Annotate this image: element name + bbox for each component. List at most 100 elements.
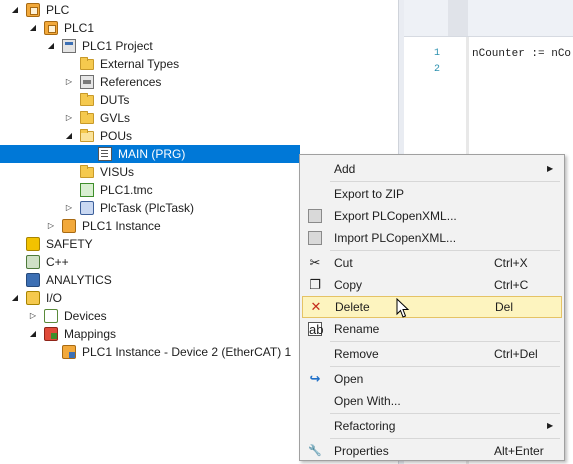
menu-separator [330, 341, 560, 342]
tree-item-label: VISUs [100, 165, 135, 179]
menu-item-label: Export PLCopenXML... [334, 209, 457, 223]
devices-icon [44, 309, 58, 323]
expand-arrow-icon[interactable]: ▷ [64, 109, 74, 127]
menu-item-add[interactable]: Add ▶ [302, 158, 562, 180]
delete-icon: ✕ [310, 299, 322, 314]
menu-item-cut[interactable]: ✂ Cut Ctrl+X [302, 252, 562, 274]
folder-icon [80, 93, 94, 106]
tree-item-label: PLC1 [64, 21, 95, 35]
tmc-file-icon [80, 183, 94, 197]
tree-item-label: MAIN (PRG) [118, 147, 186, 161]
project-icon [62, 39, 76, 53]
menu-item-export-plcopenxml[interactable]: Export PLCopenXML... [302, 205, 562, 227]
tree-item-plc[interactable]: ◢ PLC [0, 1, 398, 19]
line-number: 1 [434, 48, 441, 59]
tree-item-external-types[interactable]: External Types [0, 55, 398, 73]
tree-item-plc1-project[interactable]: ◢ PLC1 Project [0, 37, 398, 55]
collapse-arrow-icon[interactable]: ◢ [10, 1, 20, 19]
menu-item-label: Remove [334, 347, 379, 361]
collapse-arrow-icon[interactable]: ◢ [28, 325, 38, 343]
io-icon [26, 291, 40, 305]
tree-item-label: PlcTask (PlcTask) [100, 201, 195, 215]
tree-item-label: External Types [100, 57, 180, 71]
tree-item-label: PLC1 Project [82, 39, 153, 53]
menu-item-label: Copy [334, 278, 363, 292]
code-line[interactable]: nCounter := nCo [472, 48, 571, 60]
xml-export-icon [308, 209, 322, 223]
submenu-arrow-icon: ▶ [547, 421, 554, 430]
menu-item-copy[interactable]: ❐ Copy Ctrl+C [302, 274, 562, 296]
tree-item-label: PLC1.tmc [100, 183, 153, 197]
menu-item-refactoring[interactable]: Refactoring ▶ [302, 415, 562, 437]
menu-item-label: Export to ZIP [334, 187, 405, 201]
menu-separator [330, 250, 560, 251]
menu-item-shortcut: Ctrl+Del [494, 347, 538, 361]
menu-item-open[interactable]: ↪ Open [302, 368, 562, 390]
tree-item-label: ANALYTICS [46, 273, 112, 287]
collapse-arrow-icon[interactable]: ◢ [46, 37, 56, 55]
folder-icon [80, 165, 94, 178]
menu-item-open-with[interactable]: Open With... [302, 390, 562, 412]
folder-icon [80, 111, 94, 124]
cpp-icon [26, 255, 40, 269]
tree-item-references[interactable]: ▷ References [0, 73, 398, 91]
expand-arrow-icon[interactable]: ▷ [28, 307, 38, 325]
mapping-link-icon [62, 345, 76, 359]
collapse-arrow-icon[interactable]: ◢ [64, 127, 74, 145]
menu-item-label: Open With... [334, 394, 401, 408]
tree-item-label: References [100, 75, 162, 89]
folder-open-icon [80, 129, 94, 142]
tree-item-duts[interactable]: DUTs [0, 91, 398, 109]
menu-item-properties[interactable]: 🔧 Properties Alt+Enter [302, 440, 562, 462]
tree-item-plc1[interactable]: ◢ PLC1 [0, 19, 398, 37]
tree-item-gvls[interactable]: ▷ GVLs [0, 109, 398, 127]
menu-item-label: Refactoring [334, 419, 396, 433]
menu-item-label: Open [334, 372, 364, 386]
tree-item-label: Devices [64, 309, 107, 323]
rename-icon: ab [308, 322, 324, 337]
program-icon [98, 147, 112, 161]
tree-item-pous[interactable]: ◢ POUs [0, 127, 398, 145]
cut-icon: ✂ [309, 255, 321, 270]
tree-item-label: SAFETY [46, 237, 93, 251]
menu-separator [330, 438, 560, 439]
menu-item-rename[interactable]: ab Rename [302, 318, 562, 340]
menu-item-shortcut: Del [495, 300, 514, 314]
editor-header-strip [404, 0, 573, 37]
menu-item-shortcut: Ctrl+C [494, 278, 529, 292]
tree-item-label: PLC [46, 3, 70, 17]
tree-item-label: I/O [46, 291, 63, 305]
folder-icon [80, 57, 94, 70]
collapse-arrow-icon[interactable]: ◢ [28, 19, 38, 37]
menu-item-import-plcopenxml[interactable]: Import PLCopenXML... [302, 227, 562, 249]
menu-item-shortcut: Ctrl+X [494, 256, 528, 270]
menu-item-label: Delete [335, 300, 370, 314]
mouse-cursor-icon [396, 298, 410, 318]
menu-item-remove[interactable]: Remove Ctrl+Del [302, 343, 562, 365]
wrench-icon: 🔧 [308, 445, 322, 457]
menu-item-label: Properties [334, 444, 389, 458]
menu-item-label: Cut [334, 256, 353, 270]
tree-item-main-prg[interactable]: MAIN (PRG) [0, 145, 300, 163]
expand-arrow-icon[interactable]: ▷ [64, 199, 74, 217]
menu-item-export-to-zip[interactable]: Export to ZIP [302, 183, 562, 205]
collapse-arrow-icon[interactable]: ◢ [10, 289, 20, 307]
copy-icon: ❐ [309, 277, 321, 292]
menu-item-label: Add [334, 162, 356, 176]
menu-separator [330, 366, 560, 367]
menu-separator [330, 181, 560, 182]
line-number: 2 [434, 64, 441, 75]
expand-arrow-icon[interactable]: ▷ [46, 217, 56, 235]
menu-item-label: Rename [334, 322, 380, 336]
expand-arrow-icon[interactable]: ▷ [64, 73, 74, 91]
menu-item-shortcut: Alt+Enter [494, 444, 544, 458]
menu-item-delete[interactable]: ✕ Delete Del [302, 296, 562, 318]
xml-import-icon [308, 231, 322, 245]
tree-item-label: PLC1 Instance - Device 2 (EtherCAT) 1 [82, 345, 292, 359]
